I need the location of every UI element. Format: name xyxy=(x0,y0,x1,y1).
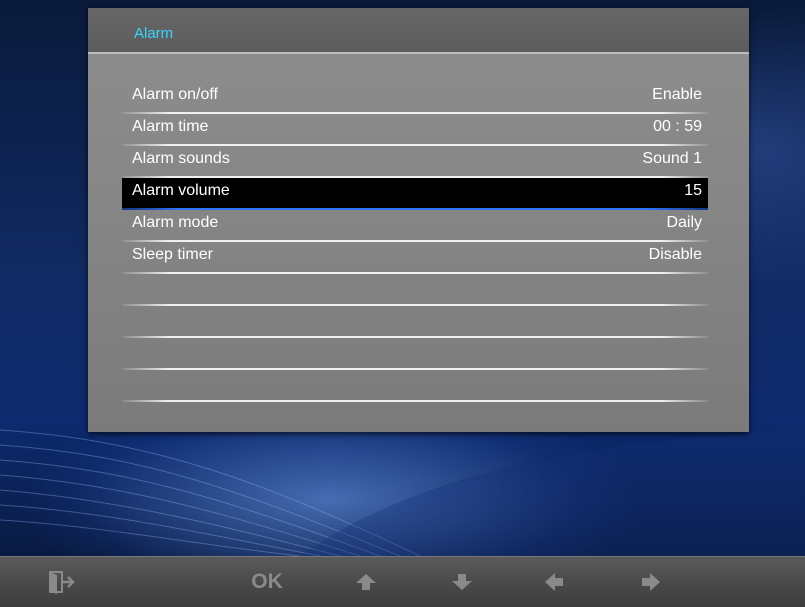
menu-item-value: Enable xyxy=(652,86,702,103)
menu-item-value: 15 xyxy=(684,182,702,199)
empty-row xyxy=(122,370,708,402)
row-divider xyxy=(122,400,708,402)
menu-item-value: 00 : 59 xyxy=(653,118,702,135)
arrow-left-icon xyxy=(545,573,563,591)
arrow-right-icon xyxy=(642,573,660,591)
menu-item-value: Sound 1 xyxy=(642,150,702,167)
menu-item-label: Alarm volume xyxy=(132,182,230,199)
menu-item-value: Disable xyxy=(648,246,702,263)
down-button[interactable] xyxy=(447,565,477,599)
menu-item-alarm-sounds[interactable]: Alarm sounds Sound 1 xyxy=(122,146,708,178)
menu-item-label: Alarm time xyxy=(132,118,209,135)
menu-item-label: Alarm on/off xyxy=(132,86,218,103)
exit-icon xyxy=(49,571,75,594)
arrow-up-icon xyxy=(356,574,376,590)
menu-item-label: Alarm mode xyxy=(132,214,219,231)
right-button[interactable] xyxy=(636,565,666,599)
menu-item-alarm-time[interactable]: Alarm time 00 : 59 xyxy=(122,114,708,146)
exit-button[interactable] xyxy=(44,565,78,599)
arrow-down-icon xyxy=(452,574,472,590)
page-title: Alarm xyxy=(134,25,174,42)
menu-item-label: Sleep timer xyxy=(132,246,213,263)
menu-item-value: Daily xyxy=(666,214,702,231)
menu-item-alarm-on-off[interactable]: Alarm on/off Enable xyxy=(122,82,708,114)
panel-header: Alarm xyxy=(88,8,749,54)
alarm-menu: Alarm on/off Enable Alarm time 00 : 59 A… xyxy=(122,82,708,402)
menu-item-sleep-timer[interactable]: Sleep timer Disable xyxy=(122,242,708,274)
menu-item-alarm-volume[interactable]: Alarm volume 15 xyxy=(122,178,708,210)
ok-label: OK xyxy=(251,570,283,593)
menu-item-label: Alarm sounds xyxy=(132,150,230,167)
ok-button[interactable]: OK xyxy=(242,565,292,599)
empty-row xyxy=(122,274,708,306)
alarm-panel: Alarm Alarm on/off Enable Alarm time 00 … xyxy=(88,8,749,432)
empty-row xyxy=(122,306,708,338)
up-button[interactable] xyxy=(351,565,381,599)
empty-row xyxy=(122,338,708,370)
menu-item-alarm-mode[interactable]: Alarm mode Daily xyxy=(122,210,708,242)
bottom-control-bar: OK xyxy=(0,556,805,607)
left-button[interactable] xyxy=(539,565,569,599)
